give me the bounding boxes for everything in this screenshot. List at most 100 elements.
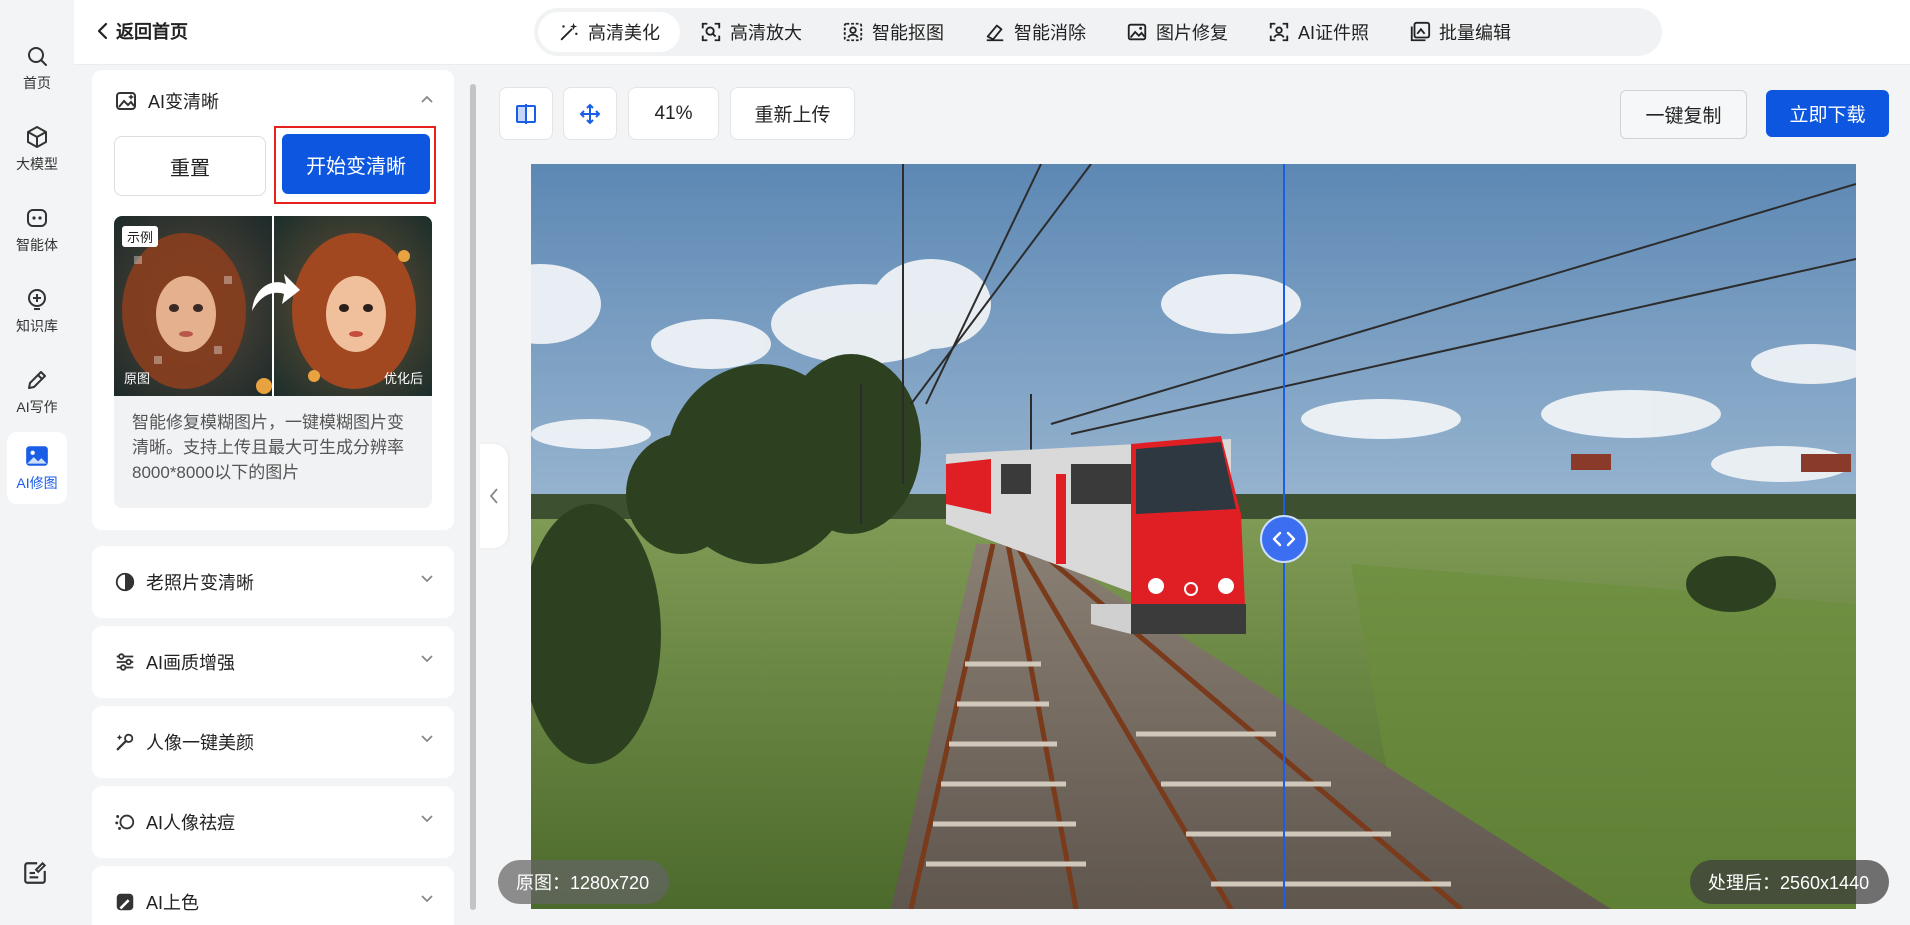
- panel-scrollbar[interactable]: [470, 84, 476, 910]
- rail-item-model[interactable]: 大模型: [7, 113, 67, 185]
- train-landscape-illustration: [531, 164, 1856, 909]
- card-header-old-photo[interactable]: 老照片变清晰: [114, 546, 434, 618]
- card-acne-removal[interactable]: AI人像祛痘: [92, 786, 454, 858]
- chevron-left-icon: [489, 488, 498, 504]
- card-quality-enhance[interactable]: AI画质增强: [92, 626, 454, 698]
- processed-resolution-badge: 处理后：2560x1440: [1690, 860, 1890, 904]
- tab-label: 图片修复: [1156, 23, 1228, 43]
- rail-item-image-edit[interactable]: AI修图: [7, 432, 67, 504]
- chevron-left-icon: [97, 22, 108, 40]
- pen-icon: [24, 367, 50, 393]
- card-title: AI画质增强: [146, 653, 236, 673]
- card-title: 老照片变清晰: [146, 573, 254, 593]
- tab-smart-erase[interactable]: 智能消除: [964, 12, 1106, 52]
- top-bar: 返回首页 高清美化 高清放大 智能抠图 智能消除 图片修复 AI证件照 批量编辑: [74, 0, 1910, 65]
- image-icon: [24, 443, 50, 469]
- robot-icon: [24, 205, 50, 231]
- card-title: 人像一键美颜: [146, 733, 254, 753]
- chevron-down-icon: [421, 655, 433, 663]
- feature-description: 智能修复模糊图片，一键模糊图片变清晰。支持上传且最大可生成分辨率8000*800…: [114, 396, 432, 508]
- move-arrows-icon: [579, 103, 601, 124]
- after-label: 优化后: [384, 371, 424, 386]
- beauty-icon: [116, 733, 134, 751]
- id-photo-icon: [1269, 22, 1289, 42]
- original-resolution-badge: 原图：1280x720: [498, 860, 670, 904]
- reupload-button[interactable]: 重新上传: [730, 87, 855, 140]
- cutout-icon: [843, 22, 863, 42]
- rail-item-label: AI写作: [16, 399, 58, 415]
- before-label: 原图: [124, 371, 151, 386]
- rail-item-label: 知识库: [16, 318, 58, 334]
- tab-ai-id-photo[interactable]: AI证件照: [1248, 12, 1389, 52]
- rail-item-agent[interactable]: 智能体: [7, 194, 67, 266]
- reset-button[interactable]: 重置: [114, 136, 266, 196]
- cube-icon: [24, 124, 50, 150]
- move-tool-button[interactable]: [563, 87, 617, 140]
- card-old-photo[interactable]: 老照片变清晰: [92, 546, 454, 618]
- back-home-label: 返回首页: [116, 22, 188, 42]
- left-right-arrows-icon: [1272, 531, 1296, 547]
- chevron-down-icon: [421, 815, 433, 823]
- rail-item-writing[interactable]: AI写作: [7, 356, 67, 428]
- card-header-portrait-beauty[interactable]: 人像一键美颜: [114, 706, 434, 778]
- tab-hd-beautify[interactable]: 高清美化: [538, 12, 680, 52]
- rail-item-knowledge[interactable]: 知识库: [7, 275, 67, 347]
- zoom-frame-icon: [701, 22, 721, 42]
- chevron-down-icon: [421, 735, 433, 743]
- search-icon: [24, 43, 50, 69]
- rail-item-home[interactable]: 首页: [7, 32, 67, 104]
- batch-edit-icon: [1410, 21, 1431, 42]
- chevron-down-icon: [421, 575, 433, 583]
- left-rail: 首页 大模型 智能体 知识库 AI写作 AI修图: [0, 0, 74, 925]
- tab-smart-cutout[interactable]: 智能抠图: [822, 12, 964, 52]
- rail-item-label: 智能体: [16, 237, 58, 253]
- split-compare-icon: [516, 103, 536, 124]
- tool-panel: AI变清晰 重置 开始变清晰 示例 原图 优化后 智能修复模糊图片，一键模糊图片…: [92, 70, 456, 925]
- rail-item-label: AI修图: [16, 475, 58, 491]
- feature-tabs: 高清美化 高清放大 智能抠图 智能消除 图片修复 AI证件照 批量编辑: [534, 8, 1662, 56]
- colorize-icon: [116, 893, 134, 911]
- card-header-ai-colorize[interactable]: AI上色: [114, 866, 434, 925]
- rail-item-label: 首页: [23, 75, 51, 91]
- card-header-acne-removal[interactable]: AI人像祛痘: [114, 786, 434, 858]
- tab-hd-upscale[interactable]: 高清放大: [680, 12, 822, 52]
- tab-label: 高清放大: [730, 23, 802, 43]
- tab-label: AI证件照: [1298, 23, 1370, 43]
- rail-item-label: 大模型: [16, 156, 58, 172]
- download-button[interactable]: 立即下载: [1766, 90, 1889, 137]
- copy-button[interactable]: 一键复制: [1620, 90, 1747, 139]
- edit-note-icon[interactable]: [22, 860, 50, 888]
- chevron-down-icon: [421, 895, 433, 903]
- start-sharpen-button[interactable]: 开始变清晰: [282, 134, 430, 194]
- comparison-photo[interactable]: [531, 164, 1856, 909]
- card-title: AI上色: [146, 893, 200, 913]
- tab-batch-edit[interactable]: 批量编辑: [1389, 12, 1531, 52]
- card-title: AI变清晰: [148, 92, 220, 112]
- zoom-level[interactable]: 41%: [628, 87, 719, 140]
- back-home-link[interactable]: 返回首页: [96, 18, 188, 44]
- compare-toggle-button[interactable]: [499, 87, 553, 140]
- tab-label: 高清美化: [588, 23, 660, 43]
- card-header-ai-sharpen[interactable]: AI变清晰: [114, 70, 434, 132]
- image-repair-icon: [1127, 23, 1147, 41]
- example-tag: 示例: [122, 226, 159, 247]
- sliders-icon: [116, 653, 134, 671]
- tab-label: 批量编辑: [1439, 23, 1512, 43]
- card-ai-colorize[interactable]: AI上色: [92, 866, 454, 925]
- eraser-icon: [986, 24, 1004, 42]
- card-title: AI人像祛痘: [146, 813, 236, 833]
- card-header-quality-enhance[interactable]: AI画质增强: [114, 626, 434, 698]
- tab-label: 智能消除: [1014, 23, 1086, 43]
- blemish-icon: [115, 814, 135, 830]
- card-portrait-beauty[interactable]: 人像一键美颜: [92, 706, 454, 778]
- compare-handle[interactable]: [1260, 515, 1308, 563]
- sharpen-image-icon: [116, 92, 136, 110]
- magic-wand-icon: [560, 22, 578, 41]
- card-ai-sharpen: AI变清晰 重置 开始变清晰 示例 原图 优化后 智能修复模糊图片，一键模糊图片…: [92, 70, 454, 530]
- tab-label: 智能抠图: [872, 23, 944, 43]
- knowledge-icon: [24, 286, 50, 312]
- tab-image-repair[interactable]: 图片修复: [1106, 12, 1248, 52]
- chevron-up-icon: [421, 95, 433, 103]
- collapse-panel-button[interactable]: [480, 444, 508, 548]
- old-photo-icon: [115, 572, 135, 592]
